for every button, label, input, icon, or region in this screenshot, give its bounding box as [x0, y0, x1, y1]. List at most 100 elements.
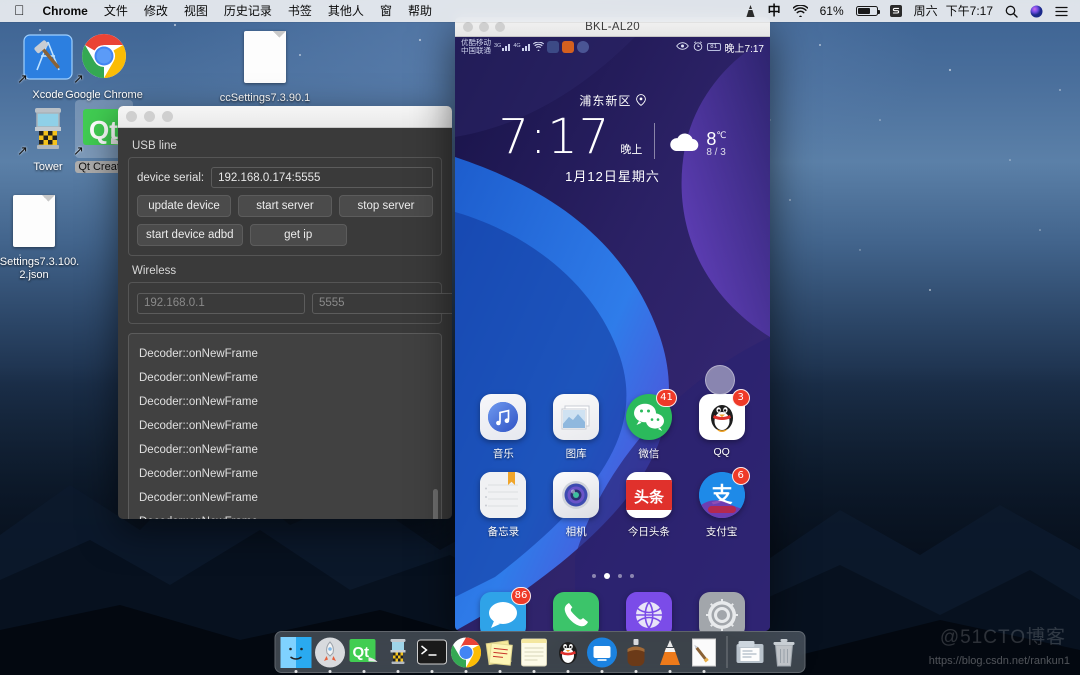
dock-item-qq[interactable]	[553, 637, 584, 673]
get-ip-button[interactable]: get ip	[249, 224, 347, 246]
app-label: 备忘录	[487, 526, 520, 538]
input-method-icon[interactable]: 中	[762, 0, 787, 22]
app-qq[interactable]: 3 QQ	[693, 365, 751, 461]
menu-item-bookmarks[interactable]: 书签	[280, 0, 320, 22]
dock-item-tower[interactable]	[383, 637, 414, 673]
dock-item-vlc[interactable]	[655, 637, 686, 673]
eye-protect-icon	[676, 41, 690, 53]
running-dot	[634, 669, 638, 673]
mac-dock[interactable]: Qt	[274, 631, 806, 673]
alarm-icon	[693, 40, 703, 54]
usb-group-label: USB line	[132, 140, 177, 152]
menubar-clock[interactable]: 下午7:17	[944, 0, 999, 22]
app-messages[interactable]: 86 信息	[474, 587, 532, 631]
badge-count: 6	[731, 467, 750, 485]
alias-arrow-icon: ↗	[17, 143, 28, 158]
app-settings[interactable]: 设置	[693, 592, 751, 631]
menu-item-people[interactable]: 其他人	[320, 0, 372, 22]
running-dot	[600, 669, 604, 673]
menu-app-name[interactable]: Chrome	[35, 0, 96, 22]
mac-menu-bar[interactable]:  Chrome 文件 修改 视图 历史记录 书签 其他人 窗 帮助 中 61%…	[0, 0, 1080, 22]
badge-count: 41	[656, 389, 677, 407]
home-page-indicator[interactable]	[455, 573, 770, 579]
app-row-2: 备忘录 相机 头条 今日头条 6 支 支付宝	[455, 467, 770, 539]
vlc-cone-icon[interactable]	[739, 4, 762, 18]
desktop-icon-json-100[interactable]: ccSettings7.3.100.2.json	[0, 192, 82, 282]
notification-center-icon[interactable]	[1049, 6, 1074, 17]
app-browser[interactable]: 浏览器	[620, 592, 678, 631]
dock-item-chrome[interactable]	[450, 637, 482, 673]
wireless-port-input[interactable]	[312, 292, 452, 314]
clock-time: 7:17	[498, 109, 611, 165]
wireless-group-label: Wireless	[132, 265, 177, 277]
dock-item-trash[interactable]	[769, 637, 800, 668]
menu-item-history[interactable]: 历史记录	[216, 0, 280, 22]
siri-icon[interactable]	[1024, 5, 1049, 18]
app-alipay[interactable]: 6 支 支付宝	[693, 467, 751, 539]
desktop-icon-json-90[interactable]: ccSettings7.3.90.12.json	[217, 28, 313, 118]
dock-item-coffee[interactable]	[621, 637, 652, 673]
dock-item-notes[interactable]	[519, 637, 550, 673]
running-dot	[702, 669, 706, 673]
menu-item-edit[interactable]: 修改	[136, 0, 176, 22]
zoom-button[interactable]	[162, 111, 173, 122]
menu-item-window[interactable]: 窗	[372, 0, 400, 22]
wireless-ip-input[interactable]	[137, 292, 305, 314]
dock-item-terminal[interactable]	[417, 637, 448, 673]
stop-server-button[interactable]: stop server	[339, 195, 433, 217]
app-dialer[interactable]: 拨号	[547, 592, 605, 631]
menu-item-view[interactable]: 视图	[176, 0, 216, 22]
dock-item-launchpad[interactable]	[315, 637, 346, 673]
carrier-label: 优酷移动 中国联通	[461, 37, 491, 55]
wifi-icon[interactable]	[787, 5, 814, 17]
log-output-area[interactable]: Decoder::onNewFrame Decoder::onNewFrame …	[128, 333, 442, 519]
minimize-button[interactable]	[144, 111, 155, 122]
sogou-input-icon[interactable]	[884, 5, 908, 17]
page-dot[interactable]	[591, 574, 596, 578]
floating-assistive-ball[interactable]	[704, 365, 735, 395]
menubar-day: 周六	[913, 4, 938, 18]
dock-item-preview[interactable]	[689, 637, 720, 673]
update-device-button[interactable]: update device	[137, 195, 231, 217]
location-row: 浦东新区	[455, 92, 770, 109]
start-device-adbd-button[interactable]: start device adbd	[137, 224, 243, 246]
log-scrollbar[interactable]	[433, 489, 438, 519]
battery-percent-label[interactable]: 61%	[814, 0, 850, 22]
qtscrcpy-window[interactable]: USB line device serial: update device st…	[118, 106, 452, 519]
desktop-icon-chrome[interactable]: ↗ Google Chrome	[56, 28, 152, 102]
page-dot-active[interactable]	[603, 573, 610, 579]
page-dot[interactable]	[629, 574, 634, 578]
close-button[interactable]	[126, 111, 137, 122]
qt-window-titlebar[interactable]	[118, 106, 452, 128]
app-notes[interactable]: 备忘录	[474, 472, 532, 539]
phone-screen[interactable]: 优酷移动 中国联通 3G 4G 81 晚上7:17 浦东新区 7:17 晚上 8…	[455, 37, 770, 631]
device-serial-input[interactable]	[211, 167, 433, 188]
dock-item-stickies[interactable]	[485, 637, 516, 673]
running-dot	[668, 669, 672, 673]
menu-item-help[interactable]: 帮助	[400, 0, 440, 22]
menu-item-file[interactable]: 文件	[96, 0, 136, 22]
app-wechat[interactable]: 41 微信	[620, 389, 678, 461]
dock-item-finder[interactable]	[280, 636, 312, 673]
wechat-status-icon	[546, 41, 559, 53]
search-icon[interactable]	[999, 5, 1024, 18]
clock-weather-widget[interactable]: 浦东新区 7:17 晚上 8℃ 8 / 3 1月12日星期六	[455, 92, 770, 185]
running-dot	[294, 669, 298, 673]
app-row-1: 音乐 图库 41 微信 3 QQ	[455, 365, 770, 461]
app-camera[interactable]: 相机	[547, 472, 605, 539]
chrome-icon: ↗	[73, 28, 133, 86]
page-dot[interactable]	[617, 574, 622, 578]
dock-item-downloads-folder[interactable]	[735, 637, 766, 668]
dock-item-tencent-meeting[interactable]	[587, 637, 618, 673]
phone-mirror-window[interactable]: BKL-AL20 优酷移动 中国联通 3G 4G 81 晚上7:17 浦东新区 …	[455, 17, 770, 631]
dock-item-qt-creator[interactable]: Qt	[349, 637, 380, 673]
phone-dialer-icon	[553, 592, 600, 631]
app-music[interactable]: 音乐	[474, 394, 532, 461]
start-server-button[interactable]: start server	[238, 195, 332, 217]
apple-menu-icon[interactable]: 	[6, 0, 35, 21]
wireless-group: wireless connect	[128, 282, 452, 324]
battery-icon[interactable]	[850, 6, 884, 16]
app-gallery[interactable]: 图库	[547, 394, 605, 461]
app-toutiao[interactable]: 头条 今日头条	[620, 472, 678, 539]
badge-count: 86	[510, 587, 532, 605]
